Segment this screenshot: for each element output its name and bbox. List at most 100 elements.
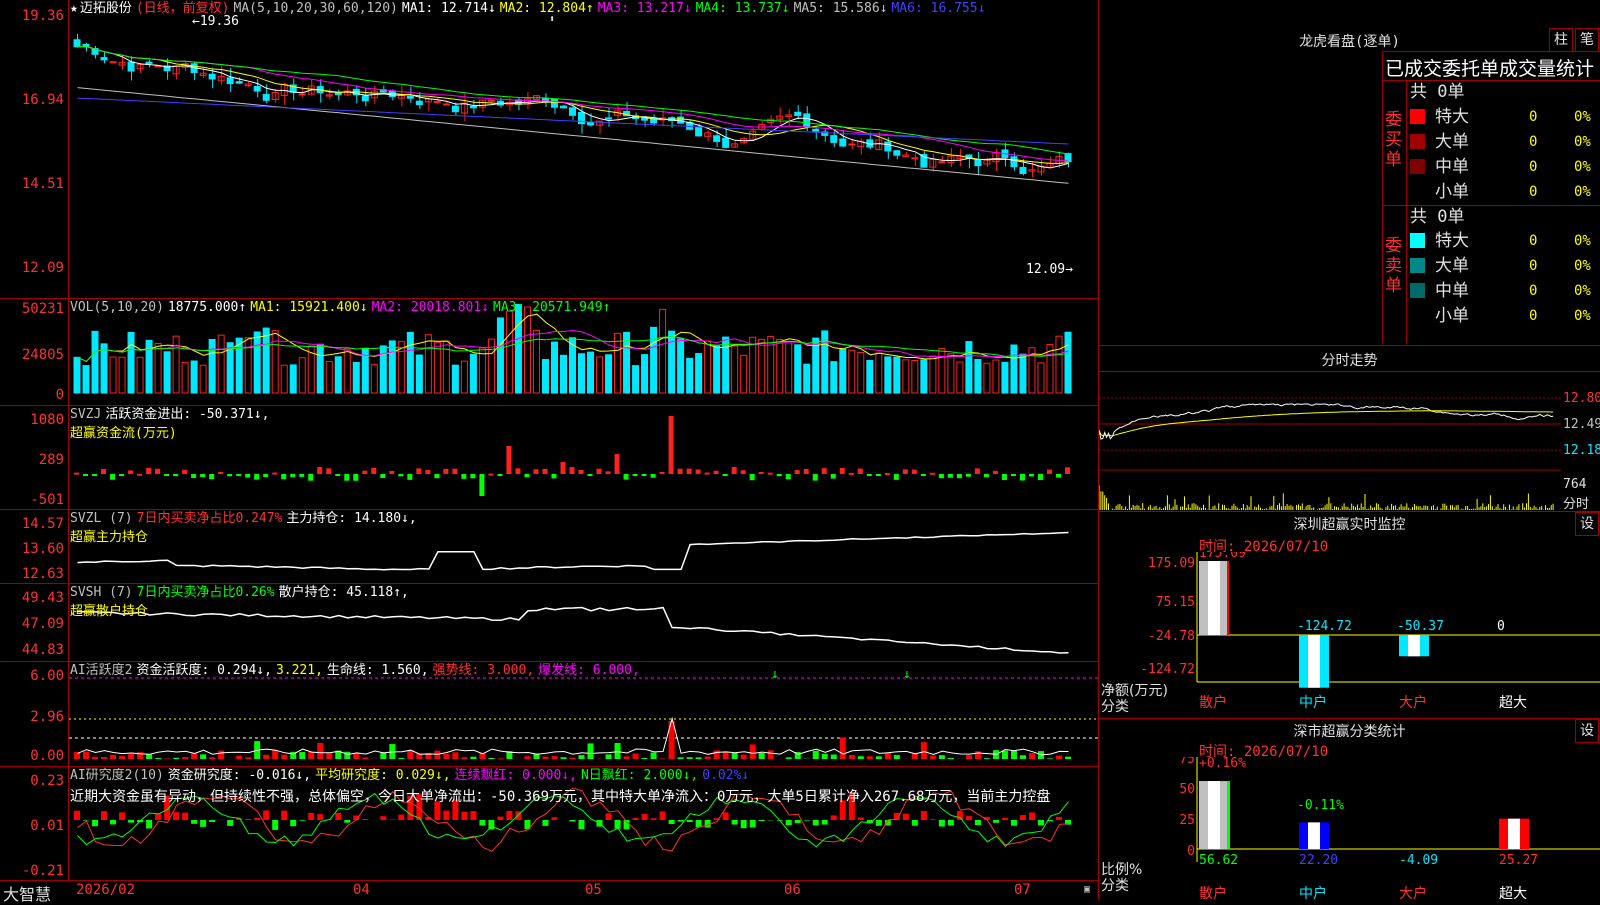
flow-bar <box>245 474 250 478</box>
research-bar <box>344 820 350 823</box>
candle-body <box>236 82 242 84</box>
buy-row-2: 中单 <box>1410 155 1469 179</box>
volume-bar <box>930 356 936 393</box>
volume-pane[interactable]: 50231 24805 0 VOL(5,10,20)18775.000↑MA1:… <box>0 299 1098 406</box>
research-bar <box>245 819 251 820</box>
volume-bar <box>948 354 954 393</box>
svzl-ratio: 7日内买卖净占比0.247% <box>137 511 283 526</box>
classify-bottom-label: 25.27 <box>1499 853 1538 868</box>
activity-bar <box>741 755 747 759</box>
research-bar <box>615 820 621 829</box>
flow-bar <box>200 474 205 477</box>
volume-bar <box>1065 332 1071 393</box>
volume-bar <box>840 349 846 393</box>
order-type-label: 大单 <box>1435 256 1469 276</box>
flow-bar <box>615 454 620 474</box>
activity-bar <box>209 757 215 759</box>
svzj-title: SVZJ <box>70 407 101 422</box>
monitor-chart[interactable]: 175.0975.15-24.78-124.72175.09-124.72-50… <box>1099 552 1600 718</box>
tick-mode-button[interactable]: 笔 <box>1575 28 1599 52</box>
monitor-panel[interactable]: 深圳超赢实时监控 设 时间: 2026/07/10 175.0975.15-24… <box>1099 512 1600 718</box>
order-count: 0 <box>1529 233 1537 249</box>
order-percent: 0% <box>1574 134 1591 150</box>
kline-plot[interactable]: ⬍ <box>69 0 1098 298</box>
activity-bar <box>732 753 738 759</box>
volume-bar <box>867 360 873 393</box>
intraday-panel[interactable]: 分时走势 12.80 12.49 12.18 764 分时 <box>1099 346 1600 510</box>
flow-bar <box>786 474 791 479</box>
flow-bar <box>488 474 493 476</box>
activity-bar <box>83 752 89 759</box>
classify-bar-0-shine <box>1208 781 1220 849</box>
activity-bar <box>588 743 594 759</box>
ai-activity-pane[interactable]: 6.00 2.96 0.00 ↓↓ AI活跃度2资金活跃度: 0.294↓,3.… <box>0 662 1098 767</box>
flow-bar <box>777 474 782 476</box>
activity-bar <box>705 756 711 759</box>
candle-body <box>362 96 368 101</box>
color-swatch-icon <box>1410 283 1425 298</box>
volume-bar <box>921 360 927 393</box>
vol-value: 18775.000↑ <box>168 300 246 315</box>
flow-bar <box>371 468 376 474</box>
candle-body <box>263 94 269 100</box>
classify-chart[interactable]: 7550250+0.16%-0.11%56.6222.20-4.0925.27散… <box>1099 757 1600 900</box>
svsh-pane[interactable]: 49.43 47.09 44.83 SVSH (7)7日内买卖净占比0.26%散… <box>0 584 1098 662</box>
monitor-y-label: -24.78 <box>1148 629 1195 644</box>
sell-row-3: 小单 <box>1410 304 1469 328</box>
activity-bar <box>696 757 702 759</box>
lock-icon[interactable]: ▣ <box>1084 884 1090 895</box>
star-icon[interactable]: ★ <box>70 1 78 16</box>
monitor-y-label: 75.15 <box>1156 595 1195 610</box>
monitor-cat: 散户 <box>1199 694 1227 711</box>
monitor-settings-button[interactable]: 设 <box>1575 512 1599 536</box>
research-bar <box>272 820 278 830</box>
kline-pane[interactable]: 19.36 16.94 14.51 12.09 ⬍ ★迈拓股份(日线，前复权)M… <box>0 0 1098 299</box>
volume-bar <box>92 331 98 393</box>
monitor-y-label: 175.09 <box>1148 556 1195 571</box>
research-bar <box>173 812 179 820</box>
activity-bar <box>524 756 530 759</box>
bar-mode-button[interactable]: 柱 <box>1549 28 1573 52</box>
classify-panel[interactable]: 深市超赢分类统计 设 时间: 2026/07/10 7550250+0.16%-… <box>1099 719 1600 900</box>
activity-bar <box>146 754 152 759</box>
monitor-cat: 大户 <box>1399 694 1427 711</box>
flow-bar <box>119 474 124 476</box>
stock-name[interactable]: 迈拓股份 <box>80 1 132 16</box>
flow-bar <box>533 469 538 474</box>
activity-bar <box>317 743 323 759</box>
intraday-chart[interactable] <box>1099 372 1561 510</box>
buy-row-0: 特大 <box>1410 105 1469 129</box>
activity-bar <box>560 757 566 759</box>
research-bar <box>705 820 711 827</box>
flow-bar <box>723 474 728 476</box>
svzl-pane[interactable]: 14.57 13.60 12.63 SVZL (7)7日内买卖净占比0.247%… <box>0 510 1098 584</box>
activity-bar <box>984 758 990 759</box>
volume-bar <box>209 339 215 393</box>
flow-bar <box>515 468 520 474</box>
ma2-value: MA2: 12.804↑ <box>500 1 594 16</box>
volume-bar <box>1020 354 1026 393</box>
flow-bar <box>876 474 881 476</box>
activity-bar <box>849 755 855 759</box>
activity-bar <box>786 757 792 759</box>
svzj-pane[interactable]: 1080 289 -501 SVZJ活跃资金进出: -50.371↓, 超赢资金… <box>0 406 1098 510</box>
candle-body <box>452 106 458 112</box>
svzl-legend: SVZL (7)7日内买卖净占比0.247%主力持仓: 14.180↓, <box>70 511 421 526</box>
ai-research-plot[interactable] <box>69 767 1098 880</box>
kline-chart[interactable]: ⬍ <box>69 0 1098 298</box>
volume-bar <box>615 333 621 393</box>
ai-research-pane[interactable]: 0.23 0.01 -0.21 AI研究度2(10)资金研究度: -0.016↓… <box>0 767 1098 881</box>
time-axis[interactable]: 大智慧 2026/02 04 05 06 07 ▣ <box>0 881 1098 900</box>
research-bar <box>209 820 215 822</box>
monitor-y-label: -124.72 <box>1140 662 1195 677</box>
ai1-label-2: 2.96 <box>30 709 64 725</box>
candle-body <box>488 100 494 101</box>
research-bar <box>101 811 107 820</box>
ai-research-chart[interactable] <box>69 767 1098 880</box>
flow-bar <box>452 469 457 474</box>
research-bar <box>1029 812 1035 820</box>
activity-bar <box>263 755 269 759</box>
activity-bar <box>542 757 548 759</box>
activity-line <box>78 718 1069 755</box>
classify-settings-button[interactable]: 设 <box>1575 719 1599 743</box>
